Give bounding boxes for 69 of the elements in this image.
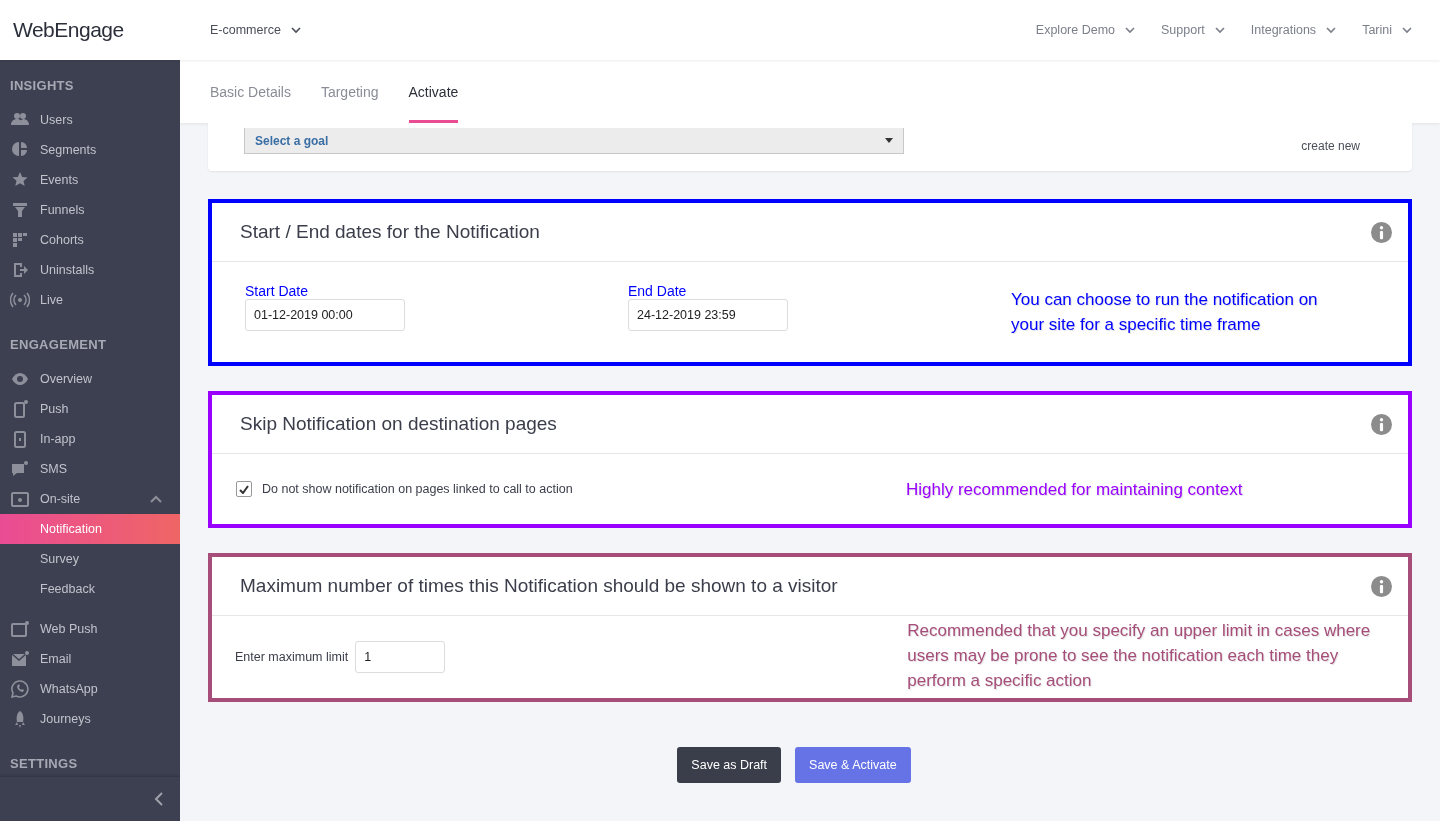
sidebar-item[interactable]: Cohorts	[0, 225, 180, 255]
sidebar-item[interactable]: SMS	[0, 454, 180, 484]
section-heading: SETTINGS	[9, 755, 79, 773]
caret-icon	[885, 138, 893, 143]
date-field[interactable]: 01-12-2019 00:00	[245, 299, 405, 331]
chat-bubble-icon	[10, 680, 30, 698]
sidebar-item[interactable]: Journeys	[0, 704, 180, 734]
info-icon[interactable]	[1371, 575, 1392, 597]
nav-menu[interactable]: Integrations	[1250, 23, 1337, 37]
sidebar-item[interactable]: Live	[0, 285, 180, 315]
annotation-note: Recommended that you specify an upper limit in cases where users may be prone to see the notification each time they perform a specific action	[907, 619, 1372, 692]
star-icon	[10, 171, 30, 189]
field-label: End Date	[628, 283, 688, 299]
sidebar-item[interactable]: Events	[0, 165, 180, 195]
browser-icon	[10, 620, 30, 638]
annotation-note: Highly recommended for maintaining context	[906, 478, 1243, 501]
collapse-button[interactable]	[154, 792, 164, 806]
date-field[interactable]: 24-12-2019 23:59	[628, 299, 788, 331]
save-draft-button[interactable]: Save as Draft	[677, 747, 782, 783]
create-new-link[interactable]: create new	[1301, 139, 1360, 153]
sidebar-item[interactable]: On-site	[0, 484, 180, 514]
field-label: Enter maximum limit	[235, 650, 349, 664]
chevron-down-icon	[1402, 26, 1412, 34]
pie-chart-icon	[10, 141, 30, 159]
annotation-note: You can choose to run the notification on your site for a specific time frame	[1011, 289, 1319, 336]
section-heading: INSIGHTS	[9, 77, 75, 95]
checkbox[interactable]	[236, 481, 252, 497]
funnel-icon	[10, 201, 30, 219]
save-activate-button[interactable]: Save & Activate	[795, 747, 911, 783]
nav-menu[interactable]: Explore Demo	[1035, 23, 1135, 37]
section-heading: ENGAGEMENT	[9, 336, 108, 354]
broadcast-icon	[10, 291, 30, 309]
nav-menu[interactable]: Support	[1161, 23, 1225, 37]
limit-field[interactable]: 1	[355, 641, 446, 673]
sidebar-item[interactable]: WhatsApp	[0, 674, 180, 704]
chevron-down-icon	[1125, 26, 1135, 34]
logo[interactable]: WebEngage	[0, 18, 180, 42]
sidebar-item[interactable]: Uninstalls	[0, 255, 180, 285]
sidebar-item[interactable]: Users	[0, 105, 180, 135]
info-icon[interactable]	[1371, 413, 1392, 435]
window-icon	[10, 490, 30, 508]
chat-icon	[10, 460, 30, 478]
eye-icon	[10, 370, 30, 388]
nav-menu[interactable]: Tarini	[1362, 23, 1412, 37]
sidebar-item[interactable]: Survey	[0, 544, 180, 574]
grid-icon	[10, 231, 30, 249]
sidebar-item[interactable]: Email	[0, 644, 180, 674]
tab[interactable]: Basic Details	[210, 60, 291, 123]
checkbox-label: Do not show notification on pages linked to call to action	[262, 482, 574, 496]
sidebar-item[interactable]: Push	[0, 394, 180, 424]
chevron-down-icon	[290, 26, 301, 34]
section-title: Start / End dates for the Notification	[240, 221, 540, 243]
section-title: Maximum number of times this Notification should be shown to a visitor	[240, 575, 838, 597]
sidebar-item[interactable]: Notification	[0, 514, 180, 544]
sidebar-item[interactable]: Web Push	[0, 614, 180, 644]
sidebar-item[interactable]: In-app	[0, 424, 180, 454]
sidebar-item[interactable]: Segments	[0, 135, 180, 165]
sidebar-item[interactable]: Overview	[0, 364, 180, 394]
sidebar-item[interactable]: Feedback	[0, 574, 180, 604]
chevron-down-icon	[1326, 26, 1337, 34]
section-title: Skip Notification on destination pages	[240, 413, 557, 435]
goal-dropdown[interactable]: Select a goal	[244, 128, 904, 154]
field-label: Start Date	[245, 283, 310, 299]
tab[interactable]: Targeting	[320, 60, 379, 123]
chevron-down-icon	[1214, 26, 1225, 34]
envelope-icon	[10, 650, 30, 668]
project-dropdown[interactable]: E-commerce	[210, 23, 301, 37]
info-icon[interactable]	[1371, 221, 1392, 243]
sidebar-item[interactable]: Funnels	[0, 195, 180, 225]
